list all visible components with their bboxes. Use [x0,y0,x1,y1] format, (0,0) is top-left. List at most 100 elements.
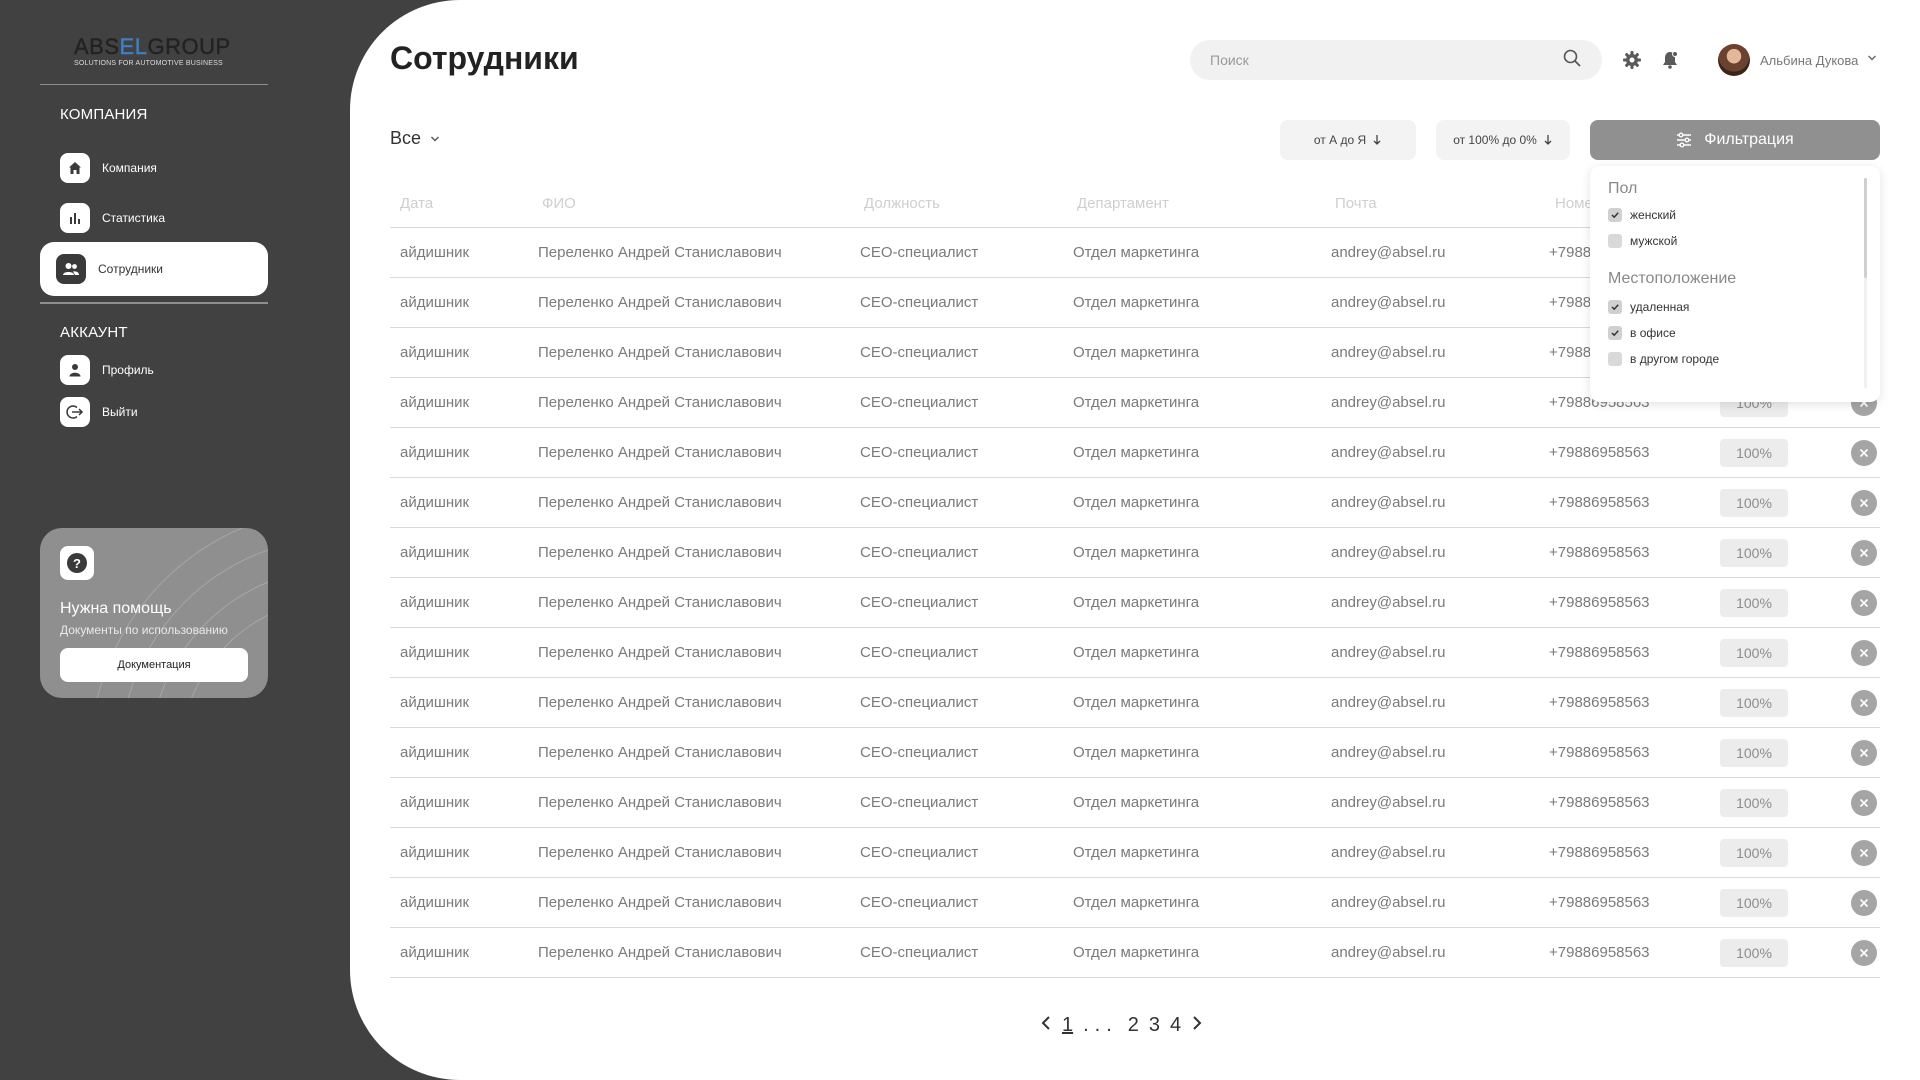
cell-position: СЕО-специалист [860,944,979,961]
page-current[interactable]: 1 [1062,1014,1073,1037]
bell-icon[interactable] [1658,48,1682,72]
filter-option-office[interactable]: в офисе [1608,326,1676,340]
delete-row-icon[interactable] [1851,939,1877,966]
table-row[interactable]: айдишник Переленко Андрей Станиславович СЕ… [390,678,1880,728]
documentation-button[interactable]: Документация [60,648,248,682]
cell-phone: +79886958563 [1549,944,1650,961]
cell-date: айдишник [400,294,470,311]
filter-option-male[interactable]: мужской [1608,234,1677,248]
column-header-fio[interactable]: ФИО [542,195,576,212]
delete-row-icon[interactable] [1851,839,1877,866]
delete-row-icon[interactable] [1851,489,1877,516]
help-icon: ? [60,546,94,580]
page-3[interactable]: 3 [1149,1014,1160,1037]
table-row[interactable]: айдишник Переленко Андрей Станиславович СЕ… [390,878,1880,928]
table-row[interactable]: айдишник Переленко Андрей Станиславович СЕ… [390,528,1880,578]
help-subtitle: Документы по использованию [60,623,228,637]
cell-date: айдишник [400,244,470,261]
cell-email: andrey@absel.ru [1331,894,1446,911]
checkbox-checked-icon[interactable] [1608,208,1622,222]
column-header-position[interactable]: Должность [864,195,940,212]
sidebar-item-company[interactable]: Компания [40,146,268,190]
sort-percent-button[interactable]: от 100% до 0% [1436,120,1570,160]
group-select[interactable]: Все [390,128,441,149]
search-input[interactable] [1210,52,1562,68]
delete-row-icon[interactable] [1851,589,1877,616]
cell-email: andrey@absel.ru [1331,794,1446,811]
cell-phone: +79886958563 [1549,594,1650,611]
cell-department: Отдел маркетинга [1073,344,1200,361]
cell-fio: Переленко Андрей Станиславович [538,494,782,511]
table-row[interactable]: айдишник Переленко Андрей Станиславович СЕ… [390,578,1880,628]
chart-icon [60,203,90,233]
filter-option-female[interactable]: женский [1608,208,1676,222]
table-row[interactable]: айдишник Переленко Андрей Станиславович СЕ… [390,828,1880,878]
filter-option-label: удаленная [1630,300,1690,314]
delete-row-icon[interactable] [1851,889,1877,916]
checkbox-empty-icon[interactable] [1608,352,1622,366]
active-item-underline [40,302,268,304]
cell-fio: Переленко Андрей Станиславович [538,844,782,861]
filter-button[interactable]: Фильтрация [1590,120,1880,160]
sidebar-item-label: Выйти [102,405,138,419]
delete-row-icon[interactable] [1851,439,1877,466]
company-logo[interactable]: ABSELGROUP SOLUTIONS FOR AUTOMOTIVE BUSI… [74,34,234,67]
table-row[interactable]: айдишник Переленко Андрей Станиславович СЕ… [390,628,1880,678]
page-title: Сотрудники [390,40,579,76]
cell-email: andrey@absel.ru [1331,344,1446,361]
table-row[interactable]: айдишник Переленко Андрей Станиславович СЕ… [390,778,1880,828]
filter-option-other-city[interactable]: в другом городе [1608,352,1719,366]
column-header-date[interactable]: Дата [400,195,433,212]
sidebar-item-logout[interactable]: Выйти [40,390,268,434]
logo-wordmark: ABSELGROUP [74,34,231,59]
column-header-department[interactable]: Департамент [1077,195,1169,212]
column-header-email[interactable]: Почта [1335,195,1377,212]
checkbox-checked-icon[interactable] [1608,326,1622,340]
search-icon[interactable] [1562,48,1582,73]
sidebar-item-profile[interactable]: Профиль [40,348,268,392]
cell-fio: Переленко Андрей Станиславович [538,294,782,311]
cell-percent: 100% [1720,488,1788,517]
delete-row-icon[interactable] [1851,789,1877,816]
chevron-right-icon[interactable] [1191,1014,1203,1037]
filter-option-remote[interactable]: удаленная [1608,300,1689,314]
logo-tagline: SOLUTIONS FOR AUTOMOTIVE BUSINESS [74,60,223,67]
cell-percent: 100% [1720,538,1788,567]
sidebar-item-statistics[interactable]: Статистика [40,196,268,240]
user-menu[interactable]: Альбина Дукова [1718,44,1878,76]
sidebar-item-employees[interactable]: Сотрудники [40,242,268,296]
cell-position: СЕО-специалист [860,444,979,461]
delete-row-icon[interactable] [1851,539,1877,566]
chevron-left-icon[interactable] [1040,1014,1052,1037]
cell-fio: Переленко Андрей Станиславович [538,244,782,261]
table-row[interactable]: айдишник Переленко Андрей Станиславович СЕ… [390,928,1880,978]
cell-percent: 100% [1720,688,1788,717]
cell-phone: +79886958563 [1549,444,1650,461]
cell-phone: +79886958563 [1549,694,1650,711]
gear-icon[interactable] [1620,48,1644,72]
cell-department: Отдел маркетинга [1073,694,1200,711]
checkbox-empty-icon[interactable] [1608,234,1622,248]
cell-email: andrey@absel.ru [1331,494,1446,511]
cell-fio: Переленко Андрей Станиславович [538,694,782,711]
checkbox-checked-icon[interactable] [1608,300,1622,314]
cell-date: айдишник [400,594,470,611]
cell-fio: Переленко Андрей Станиславович [538,444,782,461]
table-row[interactable]: айдишник Переленко Андрей Станиславович СЕ… [390,478,1880,528]
cell-department: Отдел маркетинга [1073,294,1200,311]
cell-email: andrey@absel.ru [1331,744,1446,761]
page-2[interactable]: 2 [1128,1014,1139,1037]
cell-date: айдишник [400,494,470,511]
sort-name-button[interactable]: от А до Я [1280,120,1416,160]
delete-row-icon[interactable] [1851,639,1877,666]
cell-department: Отдел маркетинга [1073,594,1200,611]
delete-row-icon[interactable] [1851,689,1877,716]
table-row[interactable]: айдишник Переленко Андрей Станиславович СЕ… [390,728,1880,778]
table-row[interactable]: айдишник Переленко Андрей Станиславович СЕ… [390,428,1880,478]
cell-position: СЕО-специалист [860,394,979,411]
cell-department: Отдел маркетинга [1073,244,1200,261]
delete-row-icon[interactable] [1851,739,1877,766]
search-bar[interactable] [1190,40,1602,80]
page-4[interactable]: 4 [1170,1014,1181,1037]
filter-scrollbar-thumb[interactable] [1864,178,1867,278]
